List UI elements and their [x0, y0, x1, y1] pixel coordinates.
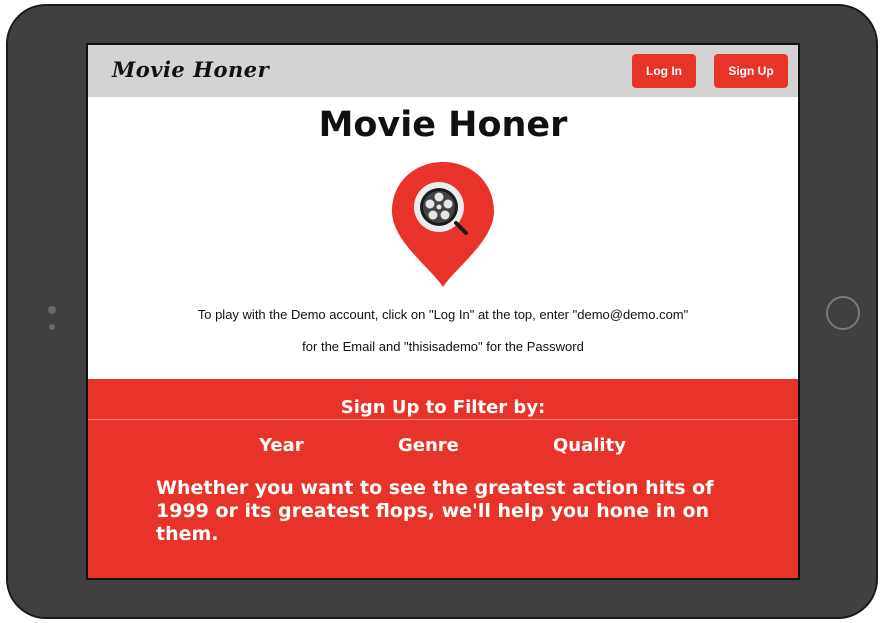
navbar: Movie Honer Log In Sign Up	[88, 45, 798, 97]
film-reel-map-pin-icon	[392, 162, 494, 287]
signup-promo-section: Sign Up to Filter by: Year Genre Quality…	[88, 379, 798, 578]
promo-divider	[88, 419, 798, 420]
filter-genre-label: Genre	[398, 435, 459, 456]
screen: Movie Honer Log In Sign Up Movie Honer T…	[86, 43, 800, 580]
promo-heading: Sign Up to Filter by:	[340, 397, 546, 418]
promo-body-text: Whether you want to see the greatest act…	[156, 477, 714, 545]
page-title: Movie Honer	[318, 105, 568, 145]
brand-logo[interactable]: Movie Honer	[112, 57, 269, 82]
home-button[interactable]	[826, 296, 860, 330]
camera-dot	[48, 306, 56, 314]
signup-button[interactable]: Sign Up	[714, 54, 788, 88]
filter-year-label: Year	[259, 435, 304, 456]
demo-instructions-line-2: for the Email and "thisisademo" for the …	[302, 339, 584, 354]
login-button[interactable]: Log In	[632, 54, 696, 88]
sensor-dot	[49, 324, 55, 330]
filter-quality-label: Quality	[553, 435, 626, 456]
demo-instructions-line-1: To play with the Demo account, click on …	[197, 307, 689, 322]
